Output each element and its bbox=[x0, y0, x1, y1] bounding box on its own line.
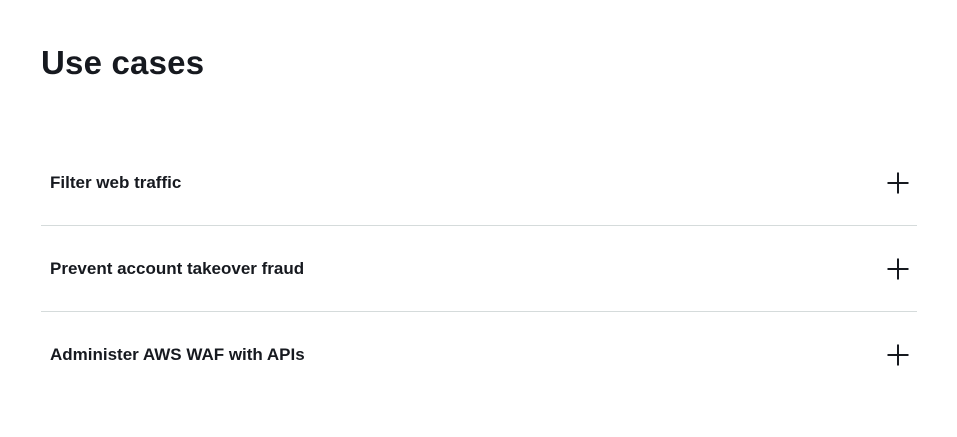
plus-icon[interactable] bbox=[886, 343, 910, 367]
accordion-item-label: Filter web traffic bbox=[50, 172, 182, 192]
section-title: Use cases bbox=[41, 44, 205, 81]
accordion-item-label: Prevent account takeover fraud bbox=[50, 258, 305, 278]
accordion-item-filter-web-traffic[interactable]: Filter web traffic bbox=[41, 140, 917, 225]
plus-icon[interactable] bbox=[886, 257, 910, 281]
plus-icon[interactable] bbox=[886, 171, 910, 195]
use-cases-section: Use cases Filter web traffic Prevent acc… bbox=[0, 0, 957, 437]
use-cases-accordion: Filter web traffic Prevent account takeo… bbox=[41, 140, 917, 397]
accordion-item-prevent-account-takeover-fraud[interactable]: Prevent account takeover fraud bbox=[41, 225, 917, 311]
accordion-item-label: Administer AWS WAF with APIs bbox=[50, 344, 305, 364]
accordion-item-administer-aws-waf-with-apis[interactable]: Administer AWS WAF with APIs bbox=[41, 311, 917, 397]
